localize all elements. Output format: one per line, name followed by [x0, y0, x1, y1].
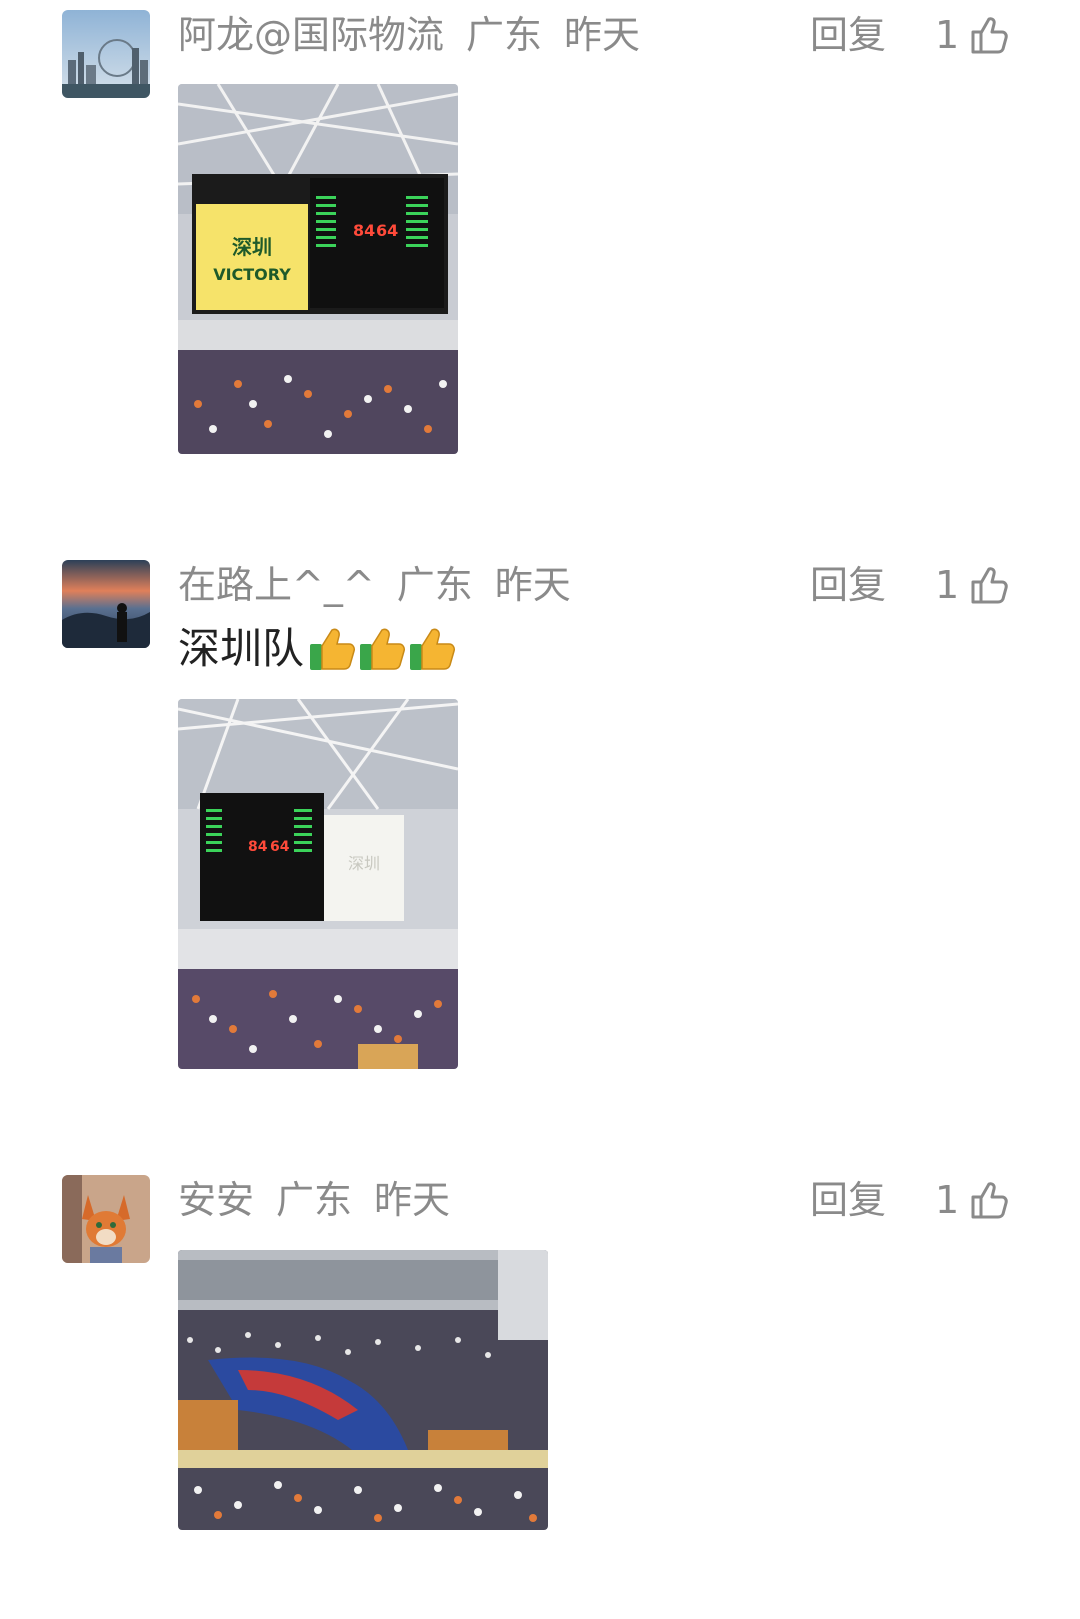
thumbs-up-emoji-icon	[310, 628, 356, 670]
thumbs-up-emoji-icon	[360, 628, 406, 670]
svg-text:64: 64	[376, 221, 398, 240]
comment-meta: 在路上^_^ 广东 昨天	[178, 560, 593, 610]
svg-text:深圳: 深圳	[232, 235, 272, 259]
username[interactable]: 在路上^_^	[178, 563, 375, 607]
svg-text:深圳: 深圳	[348, 854, 380, 873]
avatar[interactable]	[62, 1175, 150, 1263]
region: 广东	[466, 13, 543, 57]
comment-body: 深圳队	[178, 624, 305, 673]
reply-button[interactable]: 回复	[810, 1175, 886, 1225]
timestamp: 昨天	[374, 1178, 451, 1222]
svg-text:84: 84	[353, 221, 375, 240]
username[interactable]: 阿龙@国际物流	[178, 13, 444, 57]
reply-button[interactable]: 回复	[810, 560, 886, 610]
thumbs-up-icon	[971, 17, 1008, 54]
timestamp: 昨天	[564, 13, 641, 57]
svg-text:VICTORY: VICTORY	[213, 265, 291, 284]
timestamp: 昨天	[494, 563, 571, 607]
reply-button[interactable]: 回复	[810, 10, 886, 60]
comment-image[interactable]: 深圳 VICTORY 84 64	[178, 84, 458, 454]
svg-text:84: 84	[248, 839, 268, 855]
thumbs-up-icon	[971, 567, 1008, 604]
svg-text:64: 64	[270, 839, 290, 855]
avatar[interactable]	[62, 560, 150, 648]
like-button[interactable]: 1	[935, 560, 1009, 610]
comment-meta: 安安 广东 昨天	[178, 1175, 472, 1225]
comment-text: 深圳队	[178, 621, 458, 677]
like-count: 1	[935, 563, 960, 607]
thumbs-up-icon	[971, 1182, 1008, 1219]
like-count: 1	[935, 13, 960, 57]
region: 广东	[276, 1178, 353, 1222]
thumbs-up-emoji-icon	[410, 628, 456, 670]
like-button[interactable]: 1	[935, 1175, 1009, 1225]
avatar[interactable]	[62, 10, 150, 98]
username[interactable]: 安安	[178, 1178, 254, 1222]
like-count: 1	[935, 1178, 960, 1222]
comment-image[interactable]: 84 64 深圳	[178, 699, 458, 1069]
comment-image[interactable]	[178, 1250, 548, 1530]
like-button[interactable]: 1	[935, 10, 1009, 60]
region: 广东	[396, 563, 473, 607]
comment-meta: 阿龙@国际物流 广东 昨天	[178, 10, 662, 60]
